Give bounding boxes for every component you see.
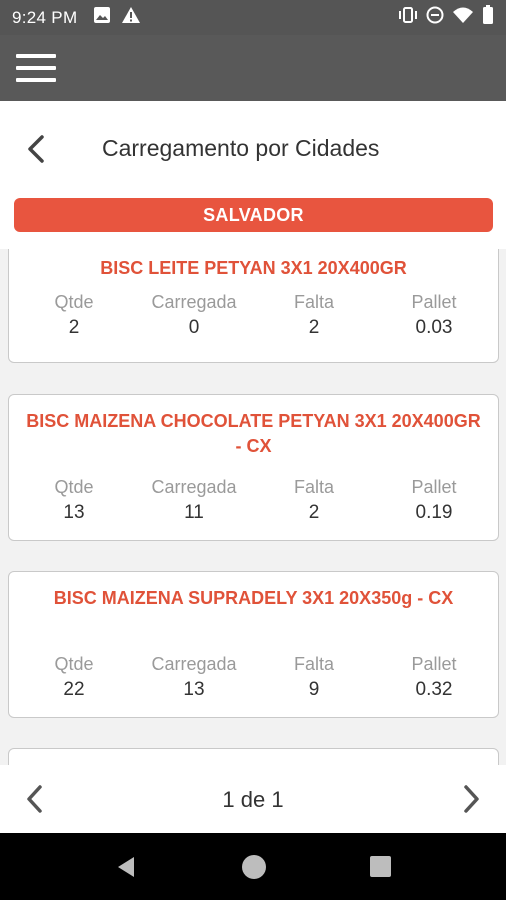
do-not-disturb-icon: [426, 6, 444, 29]
qtde-label: Qtde: [54, 654, 94, 674]
carregada-label: Carregada: [151, 292, 237, 312]
qtde-label: Qtde: [54, 477, 94, 497]
product-card[interactable]: BISC MAIZENA SUPRADELY 3X1 20X350g - CX …: [8, 571, 499, 718]
chevron-left-icon: [28, 135, 44, 163]
pagination: 1 de 1: [0, 765, 506, 833]
status-time: 9:24 PM: [12, 7, 78, 27]
page-indicator: 1 de 1: [222, 787, 284, 812]
page-title: Carregamento por Cidades: [102, 135, 380, 161]
pallet-label: Pallet: [411, 654, 457, 674]
carregada-value: 11: [184, 502, 204, 523]
nav-recent-apps-icon[interactable]: [370, 856, 391, 877]
warning-icon: [121, 6, 141, 29]
product-list[interactable]: BISC LEITE PETYAN 3X1 20X400GR Qtde 2 Ca…: [0, 249, 506, 765]
carregada-value: 13: [183, 679, 205, 700]
nav-back-icon[interactable]: [114, 855, 138, 879]
chevron-right-icon: [464, 785, 479, 813]
battery-icon: [482, 5, 494, 30]
pallet-value: 0.03: [415, 317, 453, 338]
carregada-label: Carregada: [151, 654, 237, 674]
qtde-value: 13: [63, 502, 85, 523]
qtde-label: Qtde: [54, 292, 94, 312]
pallet-label: Pallet: [411, 477, 457, 497]
product-name: BISC LEITE PETYAN 3X1 20X400GR: [100, 258, 407, 278]
pallet-label: Pallet: [411, 292, 457, 312]
nav-home-icon[interactable]: [242, 855, 266, 879]
city-banner: SALVADOR: [14, 198, 493, 232]
wifi-icon: [452, 6, 474, 29]
falta-value: 9: [308, 679, 320, 700]
falta-label: Falta: [293, 477, 335, 497]
product-card[interactable]: BISC MAIZENA CHOCOLATE PETYAN 3X1 20X400…: [8, 394, 499, 541]
pallet-value: 0.19: [415, 502, 453, 523]
qtde-value: 22: [63, 679, 85, 700]
image-icon: [93, 6, 111, 29]
system-nav-bar: [0, 833, 506, 900]
vibrate-icon: [398, 6, 418, 29]
app-bar: [0, 35, 506, 101]
city-banner-area: SALVADOR: [0, 191, 506, 249]
status-bar: 9:24 PM: [0, 0, 506, 35]
product-name: BISC MAIZENA SUPRADELY 3X1 20X350g - CX: [53, 588, 454, 608]
next-page-button[interactable]: [458, 783, 484, 815]
carregada-label: Carregada: [151, 477, 237, 497]
falta-label: Falta: [293, 654, 335, 674]
falta-label: Falta: [293, 292, 335, 312]
product-card[interactable]: BISC LEITE PETYAN 3X1 20X400GR Qtde 2 Ca…: [8, 249, 499, 363]
back-button[interactable]: [22, 131, 52, 167]
carregada-value: 0: [188, 317, 200, 338]
pallet-value: 0.32: [415, 679, 453, 700]
page-header: Carregamento por Cidades: [0, 101, 506, 191]
hamburger-menu-icon[interactable]: [14, 51, 58, 85]
falta-value: 2: [308, 502, 320, 523]
qtde-value: 2: [68, 317, 80, 338]
product-card-partial[interactable]: [8, 748, 499, 765]
falta-value: 2: [308, 317, 320, 338]
product-name: BISC MAIZENA CHOCOLATE PETYAN 3X1 20X400…: [26, 411, 481, 456]
